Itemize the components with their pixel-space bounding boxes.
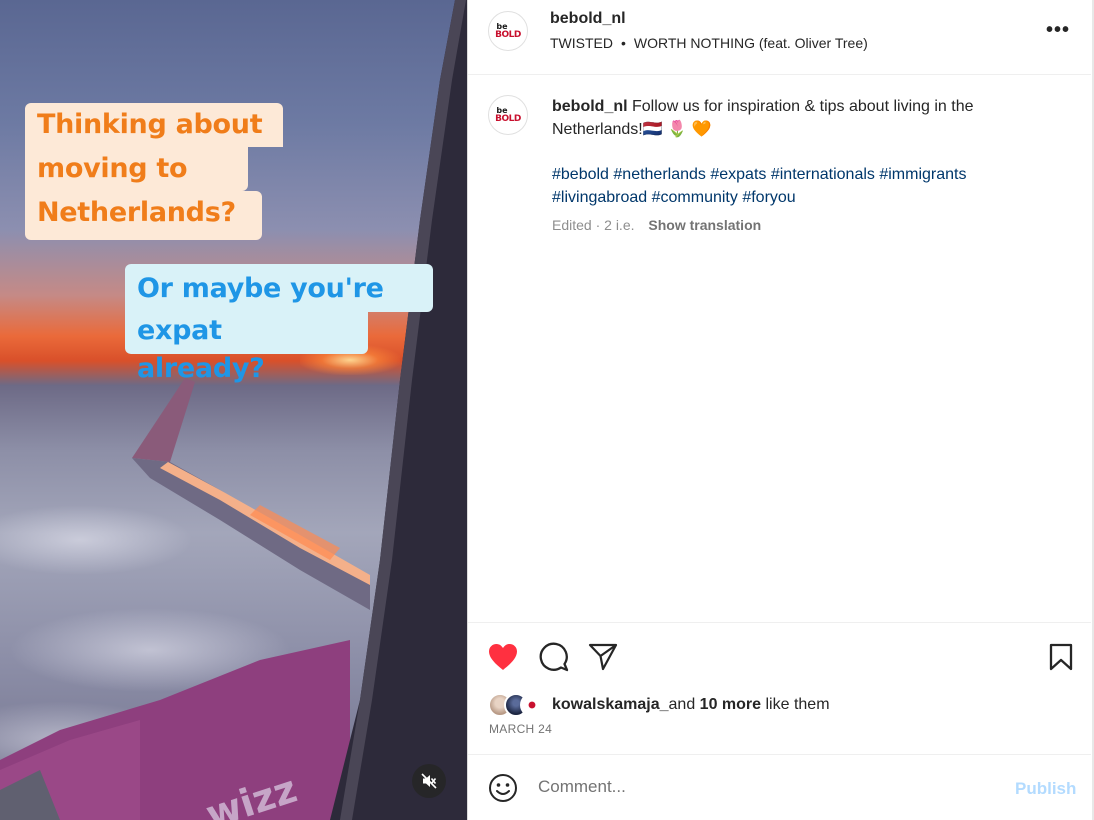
publish-button[interactable]: Publish [1015, 779, 1076, 799]
caption-hashtags[interactable]: #bebold #netherlands #expats #internatio… [552, 163, 1052, 209]
more-options-icon[interactable]: ••• [1046, 20, 1070, 44]
actions-divider [468, 622, 1091, 623]
likes-summary[interactable]: kowalskamaja_and 10 more like them [488, 692, 830, 718]
comment-input[interactable] [538, 777, 988, 797]
overlay-text-line: Or maybe you're an [125, 264, 433, 354]
post-age[interactable]: · 2 i.e. [596, 217, 635, 233]
show-translation-button[interactable]: Show translation [648, 217, 761, 233]
likes-and: and [668, 696, 700, 713]
post-caption: bebold_nl Follow us for inspiration & ti… [552, 95, 1052, 209]
post-details-panel: be BOLD bebold_nl TWISTED • WORTH NOTHING … [467, 0, 1092, 820]
avatar[interactable]: be BOLD [488, 95, 528, 135]
overlay-text-line: Thinking about [25, 103, 283, 147]
header-divider [468, 74, 1091, 75]
overlay-text-line: expat already? [125, 312, 368, 384]
overlay-text-line: Netherlands? [25, 191, 262, 240]
audio-artist[interactable]: TWISTED [550, 35, 613, 51]
audio-track[interactable]: WORTH NOTHING (feat. Oliver Tree) [634, 35, 868, 51]
liker-avatar [520, 693, 544, 717]
likes-count[interactable]: 10 more [700, 696, 761, 713]
likes-suffix: like them [761, 696, 830, 713]
edited-label: Edited [552, 217, 592, 233]
comment-bar: Publish [468, 754, 1091, 820]
liker-username[interactable]: kowalskamaja_ [552, 696, 669, 713]
post-date[interactable]: MARCH 24 [489, 722, 552, 736]
speaker-muted-icon[interactable] [412, 764, 446, 798]
paper-plane-icon[interactable] [586, 640, 620, 674]
audio-attribution[interactable]: TWISTED • WORTH NOTHING (feat. Oliver Tree… [550, 35, 868, 51]
post-author-username[interactable]: bebold_nl [550, 10, 626, 28]
avatar[interactable]: be BOLD [488, 11, 528, 51]
audio-separator: • [621, 35, 626, 51]
caption-meta: Edited · 2 i.e. Show translation [552, 217, 761, 233]
action-bar [468, 636, 1091, 676]
bookmark-icon[interactable] [1044, 640, 1078, 674]
avatar-logo-text: BOLD [495, 114, 521, 124]
avatar-logo-text: BOLD [495, 30, 521, 40]
comment-icon[interactable] [537, 640, 571, 674]
post-media[interactable]: wizz Thinking about moving to the Nether… [0, 0, 467, 820]
heart-filled-icon[interactable] [486, 640, 520, 674]
caption-username[interactable]: bebold_nl [552, 98, 628, 115]
emoji-icon[interactable] [488, 773, 518, 803]
likes-text: kowalskamaja_and 10 more like them [552, 696, 830, 714]
overlay-text-line: moving to the [25, 147, 248, 227]
